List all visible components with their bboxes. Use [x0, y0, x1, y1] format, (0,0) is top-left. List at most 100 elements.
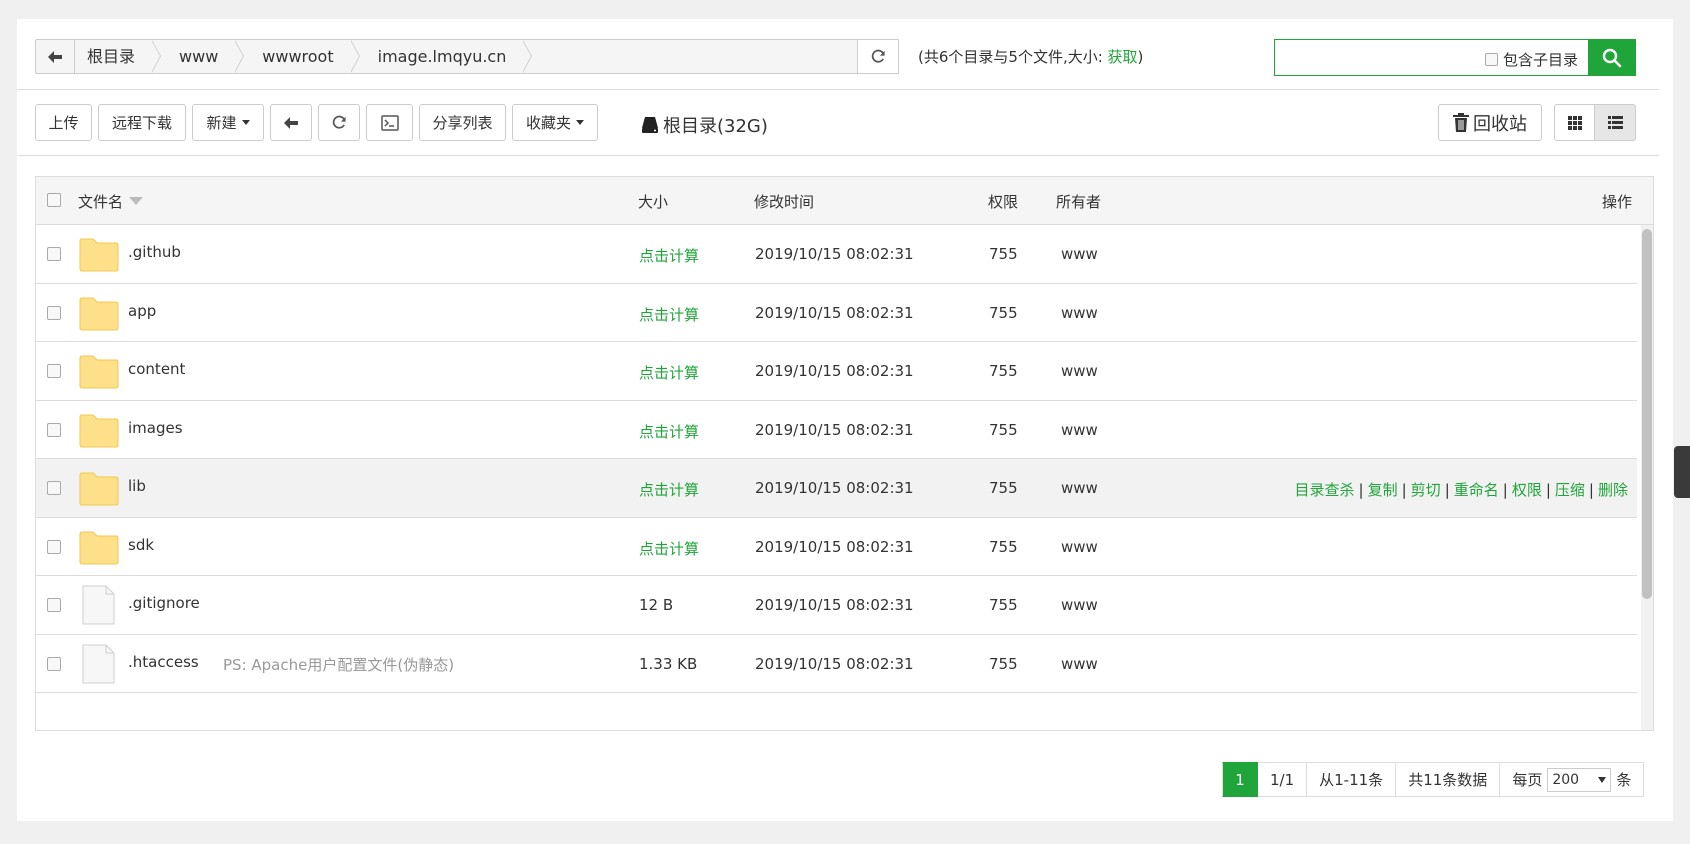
row-checkbox[interactable] — [47, 656, 61, 671]
row-action-link[interactable]: 剪切 — [1411, 481, 1441, 499]
column-name[interactable]: 文件名 — [78, 191, 144, 212]
share-list-button[interactable]: 分享列表 — [419, 104, 506, 141]
breadcrumb-item[interactable]: www — [153, 40, 245, 73]
row-action-link[interactable]: 复制 — [1368, 481, 1398, 499]
list-icon — [1607, 116, 1623, 129]
row-action-link[interactable]: 删除 — [1598, 481, 1628, 499]
row-action-link[interactable]: 压缩 — [1555, 481, 1585, 499]
file-owner[interactable]: www — [1061, 596, 1098, 614]
file-mtime: 2019/10/15 08:02:31 — [755, 245, 914, 264]
grid-view-button[interactable] — [1554, 104, 1595, 141]
search-button[interactable] — [1588, 39, 1636, 76]
favorites-label: 收藏夹 — [525, 114, 571, 132]
search-bar: 包含子目录 — [1274, 39, 1650, 76]
search-icon — [1602, 48, 1622, 67]
file-owner[interactable]: www — [1061, 421, 1098, 439]
disk-selector[interactable]: 根目录(32G) — [641, 112, 768, 138]
action-separator: | — [1401, 481, 1407, 500]
file-perm[interactable]: 755 — [989, 538, 1018, 556]
column-size-label: 大小 — [638, 193, 669, 211]
path-back-button[interactable] — [35, 39, 74, 74]
file-size[interactable]: 点击计算 — [639, 304, 699, 325]
file-perm[interactable]: 755 — [989, 362, 1018, 380]
refresh-button[interactable] — [318, 104, 360, 141]
side-widget-handle[interactable] — [1674, 446, 1690, 498]
file-name[interactable]: .gitignore — [128, 594, 200, 612]
file-size[interactable]: 点击计算 — [639, 362, 699, 383]
list-view-button[interactable] — [1595, 104, 1636, 141]
file-name[interactable]: app — [128, 302, 156, 320]
row-checkbox[interactable] — [47, 247, 61, 262]
file-name[interactable]: content — [128, 360, 185, 378]
column-mtime[interactable]: 修改时间 — [754, 191, 814, 212]
file-owner[interactable]: www — [1061, 362, 1098, 380]
breadcrumb-item[interactable]: wwwroot — [236, 40, 360, 73]
recycle-bin-button[interactable]: 回收站 — [1438, 104, 1542, 141]
table-row[interactable]: .htaccess PS: Apache用户配置文件(伪静态) 1.33 KB 201… — [36, 635, 1637, 693]
breadcrumb-item[interactable]: image.lmqyu.cn — [352, 40, 533, 73]
row-checkbox[interactable] — [47, 305, 61, 320]
table-row[interactable]: app 点击计算 2019/10/15 08:02:31 755 www — [36, 284, 1637, 342]
table-row[interactable]: images 点击计算 2019/10/15 08:02:31 755 www — [36, 401, 1637, 459]
remote-download-button[interactable]: 远程下载 — [98, 104, 186, 141]
file-owner[interactable]: www — [1061, 479, 1098, 497]
upload-button[interactable]: 上传 — [35, 104, 92, 141]
file-perm[interactable]: 755 — [989, 245, 1018, 263]
calc-size-link[interactable]: 获取 — [1108, 48, 1138, 66]
file-perm[interactable]: 755 — [989, 596, 1018, 614]
favorites-dropdown-button[interactable]: 收藏夹 — [512, 104, 598, 141]
table-row[interactable]: lib 点击计算 2019/10/15 08:02:31 755 www 目录查杀 | 复制 |… — [36, 459, 1637, 518]
file-name[interactable]: .htaccess — [128, 653, 199, 671]
row-checkbox[interactable] — [47, 364, 61, 379]
row-checkbox[interactable] — [47, 598, 61, 613]
file-owner[interactable]: www — [1061, 655, 1098, 673]
row-checkbox[interactable] — [47, 481, 61, 496]
file-size[interactable]: 点击计算 — [639, 421, 699, 442]
file-owner[interactable]: www — [1061, 304, 1098, 322]
file-name[interactable]: sdk — [128, 536, 154, 554]
select-all-checkbox[interactable] — [47, 193, 61, 211]
table-row[interactable]: content 点击计算 2019/10/15 08:02:31 755 www — [36, 342, 1637, 401]
disk-label: 根目录(32G) — [663, 116, 768, 137]
per-page-value: 200 — [1552, 771, 1580, 788]
file-name[interactable]: .github — [128, 243, 181, 261]
path-refresh-button[interactable] — [858, 39, 899, 74]
file-size[interactable]: 点击计算 — [639, 538, 699, 559]
file-size[interactable]: 点击计算 — [639, 479, 699, 500]
total-prefix: 共 — [1408, 771, 1424, 789]
terminal-button[interactable] — [366, 104, 413, 141]
file-size[interactable]: 点击计算 — [639, 245, 699, 266]
row-action-link[interactable]: 目录查杀 — [1295, 481, 1355, 499]
grid-icon — [1567, 115, 1582, 130]
file-perm[interactable]: 755 — [989, 479, 1018, 497]
breadcrumb-item[interactable]: 根目录 — [75, 40, 162, 73]
table-row[interactable]: .github 点击计算 2019/10/15 08:02:31 755 www — [36, 225, 1637, 284]
row-action-link[interactable]: 权限 — [1512, 481, 1542, 499]
new-dropdown-button[interactable]: 新建 — [192, 104, 264, 141]
file-name[interactable]: images — [128, 419, 183, 437]
per-page-select[interactable]: 200 — [1547, 767, 1612, 792]
file-owner[interactable]: www — [1061, 538, 1098, 556]
file-owner[interactable]: www — [1061, 245, 1098, 263]
file-perm[interactable]: 755 — [989, 304, 1018, 322]
back-button[interactable] — [270, 104, 312, 141]
column-owner[interactable]: 所有者 — [1056, 191, 1101, 212]
include-subdir-checkbox[interactable] — [1484, 53, 1498, 66]
page-current[interactable]: 1 — [1222, 762, 1258, 797]
search-input[interactable]: 包含子目录 — [1274, 39, 1588, 76]
scrollbar-thumb[interactable] — [1642, 229, 1652, 599]
file-perm[interactable]: 755 — [989, 655, 1018, 673]
upload-label: 上传 — [48, 114, 79, 132]
table-row[interactable]: .gitignore 12 B 2019/10/15 08:02:31 755 www — [36, 576, 1637, 635]
file-name[interactable]: lib — [128, 477, 146, 495]
caret-down-icon — [241, 120, 250, 125]
column-perm[interactable]: 权限 — [988, 191, 1018, 212]
file-perm[interactable]: 755 — [989, 421, 1018, 439]
table-row[interactable]: sdk 点击计算 2019/10/15 08:02:31 755 www — [36, 518, 1637, 576]
row-checkbox[interactable] — [47, 422, 61, 437]
include-subdir-option[interactable]: 包含子目录 — [1484, 49, 1578, 70]
column-mtime-label: 修改时间 — [754, 193, 815, 211]
row-action-link[interactable]: 重命名 — [1454, 481, 1499, 499]
column-size[interactable]: 大小 — [638, 191, 668, 212]
row-checkbox[interactable] — [47, 539, 61, 554]
